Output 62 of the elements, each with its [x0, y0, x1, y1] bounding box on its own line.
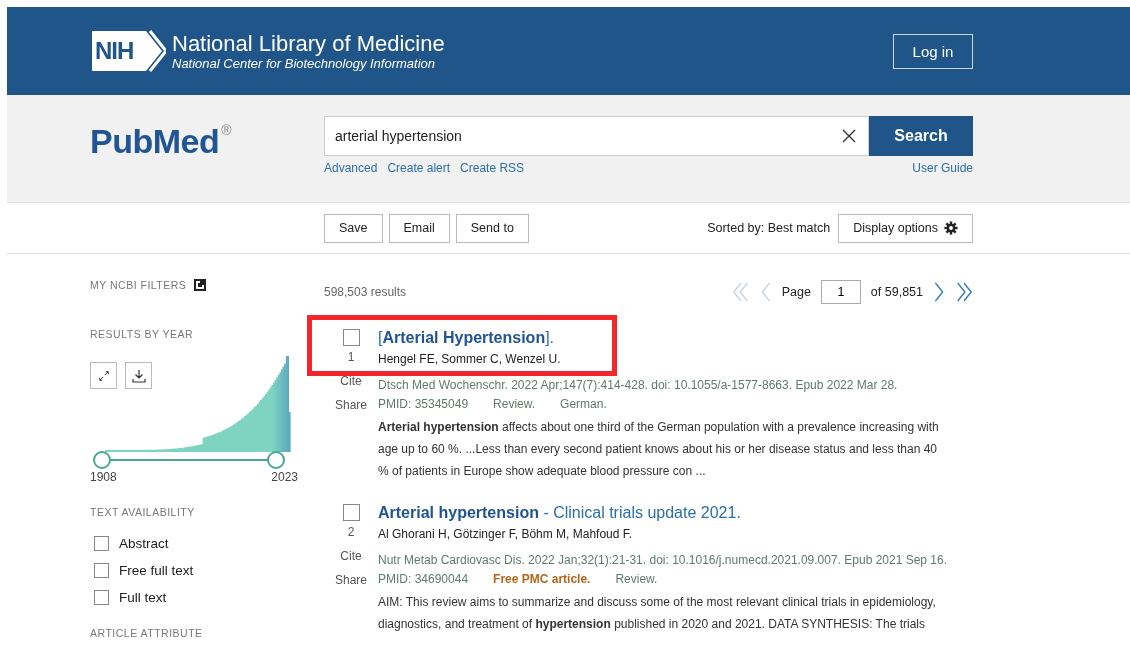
filter-label[interactable]: Abstract [119, 536, 169, 551]
section-heading: ARTICLE ATTRIBUTE [90, 627, 203, 639]
org-subtitle: National Center for Biotechnology Information [172, 55, 437, 71]
result-authors: Al Ghorani H, Götzinger F, Böhm M, Mahfoud F. [378, 527, 634, 541]
login-button[interactable]: Log in [893, 33, 973, 69]
result-number: 2 [347, 525, 355, 539]
toolbar-button[interactable]: Email [388, 213, 450, 243]
section-heading: RESULTS BY YEAR [90, 328, 194, 340]
nih-logo-icon [90, 29, 166, 73]
checkbox[interactable] [94, 563, 109, 578]
expand-icon[interactable] [90, 362, 117, 389]
page-field[interactable]: 1 [820, 279, 861, 304]
result-tag: German. [560, 397, 607, 411]
toolbar-button[interactable]: Save [324, 213, 383, 243]
results-count: 598,503 results [324, 284, 407, 299]
last-page-icon[interactable] [955, 280, 973, 303]
checkbox[interactable] [94, 590, 109, 605]
result-pmid: PMID: 34690044 [378, 572, 469, 586]
filter-label[interactable]: Free full text [119, 563, 194, 578]
result-citation: Dtsch Med Wochenschr. 2022 Apr;147(7):414-428. doi: 10.1055/a-1577-8663. Epub 2022 Mar 28. [378, 378, 899, 392]
result-snippet: AIM: This review aims to summarize and discuss some of the most relevant clinical trials in epidemiology, diagnostics, and treatment of hypertension published in 2020 and 2021. DATA SYNTHESIS: The trials [378, 594, 937, 633]
search-button[interactable]: Search [869, 116, 973, 156]
user-guide-link[interactable]: User Guide [912, 161, 973, 175]
share-link[interactable]: Share [335, 398, 367, 412]
filter-label[interactable]: Full text [119, 590, 167, 605]
download-icon[interactable] [125, 362, 152, 389]
next-page-icon[interactable] [933, 280, 945, 303]
checkbox[interactable] [342, 504, 360, 521]
search-link[interactable]: Create alert [387, 161, 451, 175]
page-label: Page [781, 284, 811, 299]
result-number: 1 [347, 350, 355, 364]
sort-label[interactable]: Sorted by: Best match [707, 221, 831, 235]
section-heading: TEXT AVAILABILITY [90, 506, 195, 518]
toolbar-button[interactable]: Send to [455, 213, 529, 243]
search-link[interactable]: Create RSS [460, 161, 525, 175]
end-year: 2023 [271, 470, 298, 484]
result-title[interactable]: Arterial hypertension - Clinical trials update 2021. [378, 504, 950, 522]
pubmed-logo[interactable]: PubMed [90, 122, 220, 161]
checkbox[interactable] [94, 536, 109, 551]
result-snippet: Arterial hypertension affects about one third of the German population with a prevalence increasing with age up to 60 %. ...Less than every second patient knows about his or her disease status and less than 40 % of patients in Europe show adequate blood pressure con ... [378, 419, 940, 480]
result-title[interactable]: [Arterial Hypertension]. [378, 329, 950, 347]
external-link-icon[interactable] [194, 279, 207, 291]
checkbox[interactable] [342, 329, 360, 346]
registered-mark: ® [221, 122, 232, 138]
result-pmid: PMID: 35345049 [378, 397, 469, 411]
share-link[interactable]: Share [335, 573, 367, 587]
nih-mark: NIH [95, 37, 134, 65]
search-link[interactable]: Advanced [324, 161, 378, 175]
cite-link[interactable]: Cite [340, 374, 362, 388]
result-tag: Review. [615, 572, 658, 586]
org-title[interactable]: National Library of Medicine [172, 31, 445, 56]
settings-icon [944, 221, 958, 235]
result-citation: Nutr Metab Cardiovasc Dis. 2022 Jan;32(1):21-31. doi: 10.1016/j.numecd.2021.09.007. Epub 2021 Sep 16. [378, 553, 949, 567]
filters-heading[interactable]: MY NCBI FILTERS [90, 279, 187, 291]
start-year: 1908 [90, 470, 117, 484]
result-tag: Free PMC article. [493, 572, 591, 586]
display-options-button[interactable]: Display options [838, 213, 973, 243]
result-authors: Hengel FE, Sommer C, Wenzel U. [378, 352, 562, 366]
result-tag: Review. [493, 397, 536, 411]
page-total: of 59,851 [870, 284, 923, 299]
cite-link[interactable]: Cite [340, 549, 362, 563]
year-range-slider[interactable] [93, 451, 285, 469]
